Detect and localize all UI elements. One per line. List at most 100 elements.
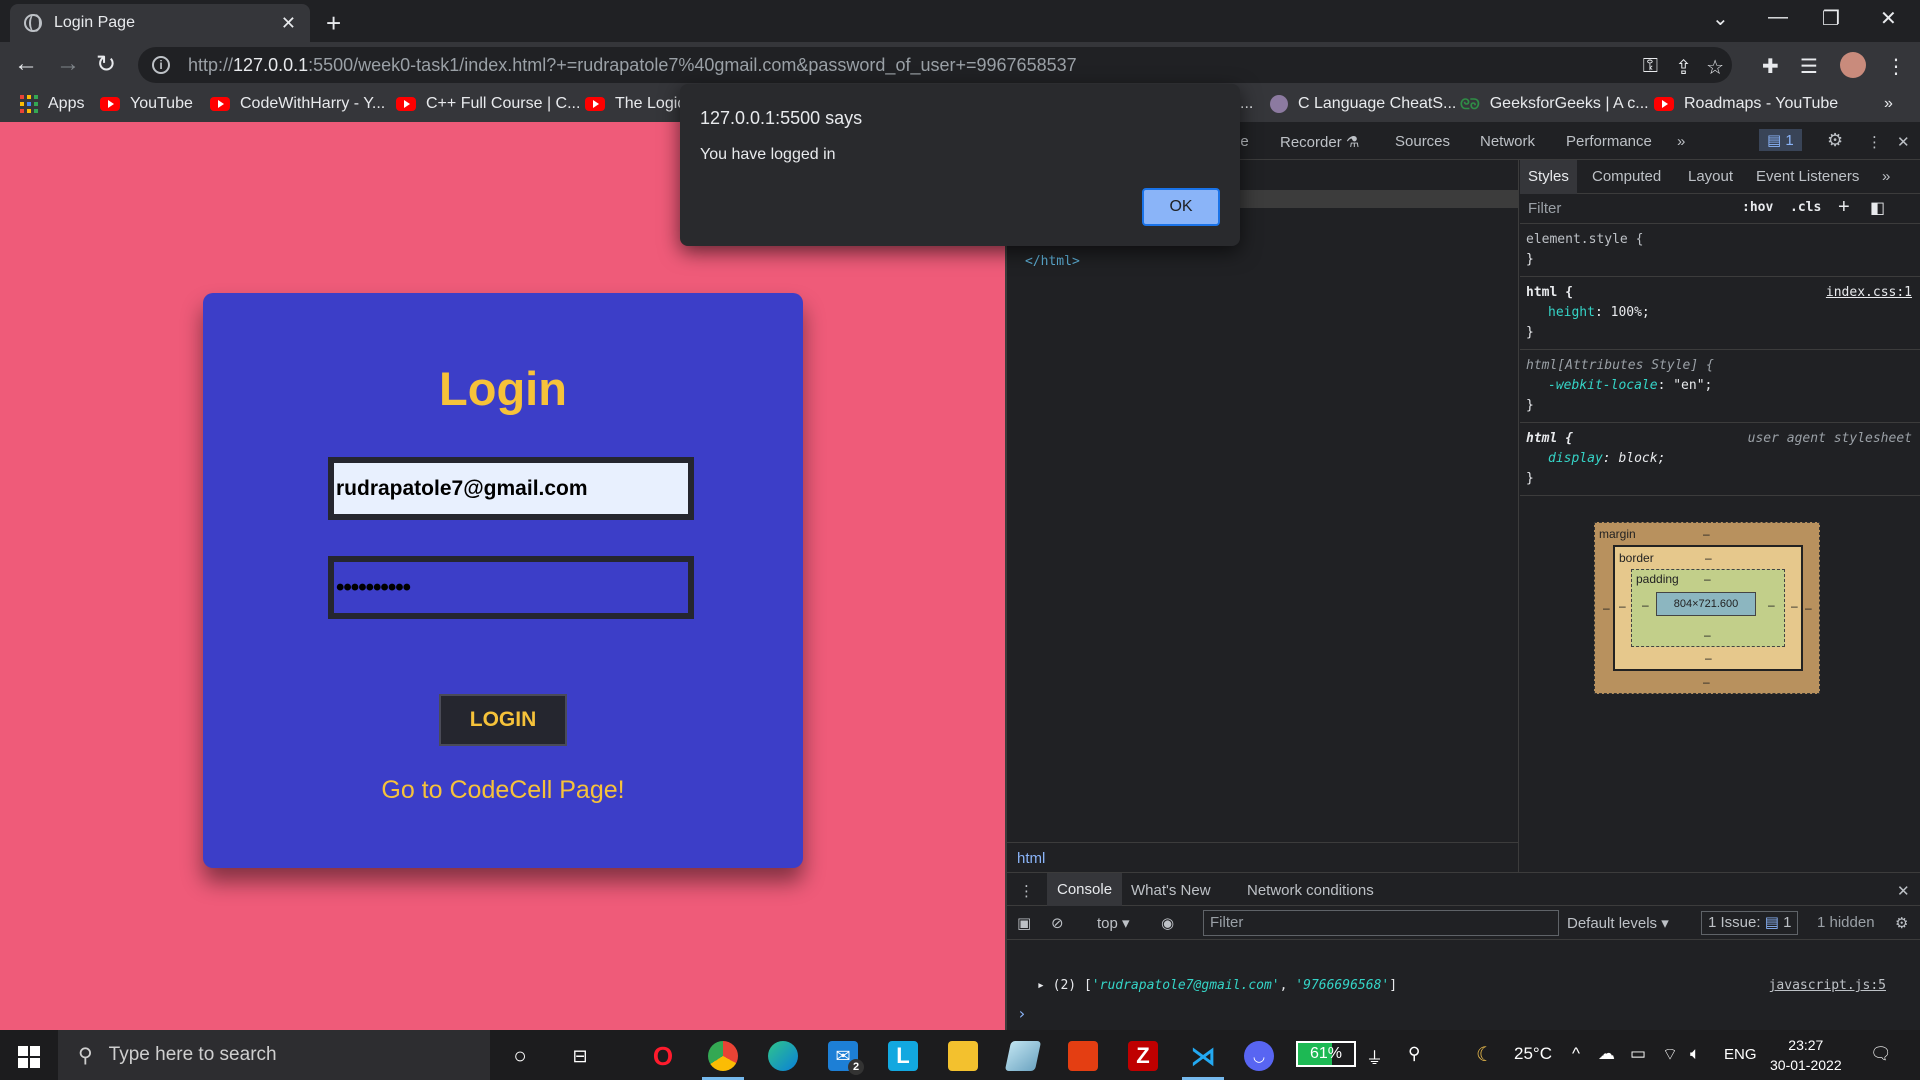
console-log-entry[interactable]: ▸ (2) ['rudrapatole7@gmail.com', '976669… xyxy=(1037,978,1397,993)
office-icon[interactable] xyxy=(1068,1041,1098,1071)
console-issues-button[interactable]: 1 Issue: ▤ 1 xyxy=(1701,911,1799,935)
console-log-source[interactable]: javascript.js:5 xyxy=(1769,978,1886,993)
tab-layout[interactable]: Layout xyxy=(1688,168,1733,185)
log-levels-dropdown[interactable]: Default levels ▾ xyxy=(1567,914,1669,932)
launcher-l-icon[interactable]: L xyxy=(888,1041,918,1071)
tab-styles[interactable]: Styles xyxy=(1520,160,1577,194)
menu-icon[interactable]: ⋮ xyxy=(1886,54,1906,79)
bookmark-the-logic[interactable]: The Logic xyxy=(585,95,685,113)
new-rule-icon[interactable]: + xyxy=(1838,196,1850,219)
notifications-icon[interactable]: 🗨︎ xyxy=(1870,1044,1892,1064)
drawer-menu-icon[interactable]: ⋮ xyxy=(1019,882,1034,900)
task-view-icon[interactable]: ⊟ xyxy=(565,1041,595,1071)
browser-tab[interactable]: Login Page ✕ xyxy=(10,4,310,42)
minimize-button[interactable]: — xyxy=(1768,6,1788,29)
reload-button[interactable]: ↻ xyxy=(96,50,116,79)
toggle-sidebar-icon[interactable]: ◧ xyxy=(1870,198,1885,218)
devtools-tab-sources[interactable]: Sources xyxy=(1395,133,1450,150)
devtools-menu-icon[interactable]: ⋮ xyxy=(1867,133,1882,151)
devtools-tab-network[interactable]: Network xyxy=(1480,133,1535,150)
drawer-tab-network-conditions[interactable]: Network conditions xyxy=(1247,882,1374,899)
tab-search-chevron-icon[interactable]: ⌄ xyxy=(1712,6,1729,31)
devtools-more-tabs[interactable]: » xyxy=(1677,133,1685,150)
password-input[interactable]: •••••••••• xyxy=(328,556,694,619)
breadcrumb[interactable]: html xyxy=(1007,842,1518,872)
chrome-icon[interactable] xyxy=(702,1041,744,1080)
drawer-tab-whats-new[interactable]: What's New xyxy=(1131,882,1211,899)
devtools-tab-performance[interactable]: Performance xyxy=(1566,133,1652,150)
site-info-icon[interactable]: i xyxy=(152,56,170,74)
edge-icon[interactable] xyxy=(768,1041,798,1071)
profile-avatar[interactable] xyxy=(1840,52,1866,78)
drawer-close-icon[interactable]: ✕ xyxy=(1897,882,1910,900)
drawer-tab-console[interactable]: Console xyxy=(1047,873,1123,906)
alert-ok-button[interactable]: OK xyxy=(1142,188,1220,226)
filezilla-icon[interactable]: Z xyxy=(1128,1041,1158,1071)
context-selector[interactable]: top ▾ xyxy=(1097,914,1130,932)
tab-event-listeners[interactable]: Event Listeners xyxy=(1756,168,1859,185)
sidebar-toggle-icon[interactable]: ▣ xyxy=(1017,914,1031,932)
rule-source-link[interactable]: index.css:1 xyxy=(1826,283,1912,303)
url-text[interactable]: http://127.0.0.1:5500/week0-task1/index.… xyxy=(188,55,1077,76)
people-icon[interactable]: ⚲ xyxy=(1408,1044,1420,1064)
live-expression-eye-icon[interactable]: ◉ xyxy=(1161,914,1174,932)
bookmarks-overflow-icon[interactable]: » xyxy=(1884,95,1893,113)
tab-close-icon[interactable]: ✕ xyxy=(281,13,296,34)
weather-temp[interactable]: 25°C xyxy=(1514,1044,1552,1064)
cls-toggle[interactable]: .cls xyxy=(1790,200,1821,215)
rule-html-index-css[interactable]: html { index.css:1 height: 100%; } xyxy=(1520,277,1920,350)
console-prompt[interactable]: › xyxy=(1017,1004,1027,1023)
bookmark-geeksforgeeks[interactable]: ᘓᘐ GeeksforGeeks | A c... xyxy=(1460,95,1649,113)
bookmark-more-ellipsis[interactable]: ... xyxy=(1240,95,1253,113)
taskbar-search[interactable]: ⚲ Type here to search xyxy=(58,1030,490,1080)
clear-console-icon[interactable]: ⊘ xyxy=(1051,914,1064,932)
close-window-button[interactable]: ✕ xyxy=(1880,6,1897,31)
bookmark-codewithharry[interactable]: CodeWithHarry - Y... xyxy=(210,95,385,113)
share-icon[interactable]: ⇪ xyxy=(1675,55,1692,80)
notepad-icon[interactable] xyxy=(1004,1041,1042,1071)
extensions-icon[interactable]: ✚ xyxy=(1762,54,1779,79)
rule-html-attributes[interactable]: html[Attributes Style] { -webkit-locale:… xyxy=(1520,350,1920,423)
volume-icon[interactable]: 🔈︎ xyxy=(1690,1044,1700,1064)
system-clock[interactable]: 23:27 30-01-2022 xyxy=(1770,1035,1842,1075)
bookmark-roadmaps[interactable]: Roadmaps - YouTube xyxy=(1654,95,1838,113)
login-button[interactable]: LOGIN xyxy=(439,694,567,746)
hov-toggle[interactable]: :hov xyxy=(1742,200,1773,215)
vscode-icon[interactable]: ⋊ xyxy=(1182,1041,1224,1080)
bookmark-star-icon[interactable]: ☆ xyxy=(1706,55,1724,80)
reading-list-icon[interactable]: ☰ xyxy=(1800,54,1818,79)
weather-moon-icon[interactable]: ☾ xyxy=(1476,1042,1494,1067)
rule-element-style[interactable]: element.style { } xyxy=(1520,224,1920,277)
bookmark-youtube[interactable]: YouTube xyxy=(100,95,193,113)
bookmark-c-cheatsheet[interactable]: C Language CheatS... xyxy=(1270,95,1456,113)
forward-button[interactable]: → xyxy=(56,50,80,78)
devtools-close-icon[interactable]: ✕ xyxy=(1897,133,1910,151)
styles-more-tabs[interactable]: » xyxy=(1882,168,1890,185)
discord-icon[interactable]: ◡ xyxy=(1244,1041,1274,1071)
bookmark-apps[interactable]: Apps xyxy=(20,95,84,113)
issues-badge[interactable]: ▤ 1 xyxy=(1759,129,1802,151)
console-settings-icon[interactable]: ⚙ xyxy=(1895,914,1908,932)
mail-icon[interactable]: ✉ 2 xyxy=(828,1041,864,1075)
email-input[interactable]: rudrapatole7@gmail.com xyxy=(328,457,694,520)
cortana-icon[interactable]: ○ xyxy=(505,1041,535,1071)
rule-html-user-agent[interactable]: html { user agent stylesheet display: bl… xyxy=(1520,423,1920,496)
console-filter-input[interactable]: Filter xyxy=(1203,910,1559,936)
new-tab-button[interactable]: + xyxy=(326,8,341,39)
onedrive-cloud-icon[interactable]: ☁ xyxy=(1598,1044,1615,1064)
wifi-icon[interactable]: ⌔ xyxy=(1662,1044,1678,1065)
restore-button[interactable]: ❐ xyxy=(1822,6,1840,31)
windows-start-icon[interactable] xyxy=(18,1046,40,1068)
settings-gear-icon[interactable]: ⚙ xyxy=(1827,130,1843,151)
battery-indicator[interactable]: 61% xyxy=(1296,1041,1356,1067)
tray-overflow-chevron-icon[interactable]: ^ xyxy=(1572,1044,1580,1064)
back-button[interactable]: ← xyxy=(14,50,38,78)
elements-html-close-tag[interactable]: </html> xyxy=(1025,254,1080,269)
bookmark-cpp-course[interactable]: C++ Full Course | C... xyxy=(396,95,580,113)
styles-filter-input[interactable]: Filter xyxy=(1528,200,1561,217)
file-explorer-icon[interactable] xyxy=(948,1041,978,1071)
display-icon[interactable]: ▭ xyxy=(1630,1044,1646,1064)
tab-computed[interactable]: Computed xyxy=(1592,168,1661,185)
devtools-tab-recorder[interactable]: Recorder ⚗ xyxy=(1280,133,1359,151)
language-indicator[interactable]: ENG xyxy=(1724,1046,1757,1063)
